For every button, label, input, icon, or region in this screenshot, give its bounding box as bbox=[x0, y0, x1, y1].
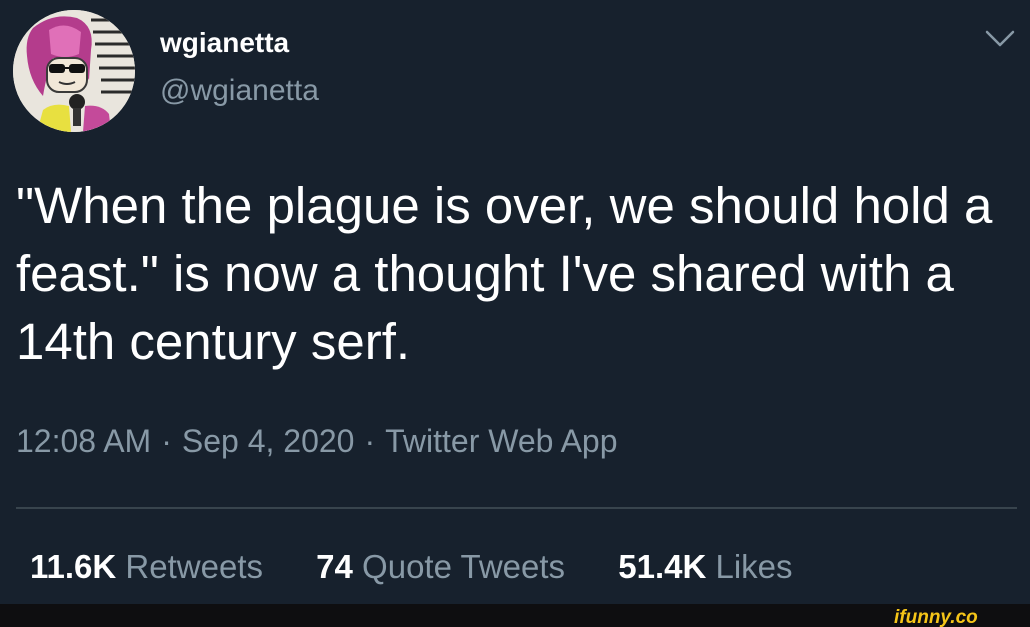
user-handle[interactable]: @wgianetta bbox=[160, 74, 319, 108]
ifunny-watermark: ifunny.co bbox=[894, 607, 978, 627]
stat-retweets[interactable]: 11.6K Retweets bbox=[30, 548, 263, 586]
stat-label: Likes bbox=[715, 548, 793, 585]
meta-separator: · bbox=[364, 423, 376, 459]
tweet-date[interactable]: Sep 4, 2020 bbox=[182, 423, 355, 459]
stat-label: Quote Tweets bbox=[362, 548, 566, 585]
chevron-down-icon[interactable] bbox=[984, 28, 1016, 50]
tweet-card: wgianetta @wgianetta "When the plague is… bbox=[0, 0, 1030, 604]
divider bbox=[16, 507, 1017, 509]
stat-count: 51.4K bbox=[618, 548, 707, 585]
tweet-time[interactable]: 12:08 AM bbox=[16, 423, 151, 459]
avatar-image bbox=[13, 10, 135, 132]
stat-count: 74 bbox=[316, 548, 353, 585]
stat-quote-tweets[interactable]: 74 Quote Tweets bbox=[316, 548, 565, 586]
tweet-text: "When the plague is over, we should hold… bbox=[16, 177, 993, 370]
stat-label: Retweets bbox=[125, 548, 263, 585]
engagement-stats: 11.6K Retweets 74 Quote Tweets 51.4K Lik… bbox=[30, 548, 837, 586]
tweet-source[interactable]: Twitter Web App bbox=[385, 423, 617, 459]
svg-text:ifunny.co: ifunny.co bbox=[894, 607, 978, 627]
tweet-metadata: 12:08 AM · Sep 4, 2020 · Twitter Web App bbox=[16, 423, 618, 460]
avatar[interactable] bbox=[13, 10, 135, 132]
stat-count: 11.6K bbox=[30, 548, 117, 585]
stat-likes[interactable]: 51.4K Likes bbox=[618, 548, 792, 586]
watermark-bar: ifunny.co bbox=[0, 604, 1030, 627]
display-name[interactable]: wgianetta bbox=[160, 27, 289, 59]
meta-separator: · bbox=[161, 423, 172, 459]
